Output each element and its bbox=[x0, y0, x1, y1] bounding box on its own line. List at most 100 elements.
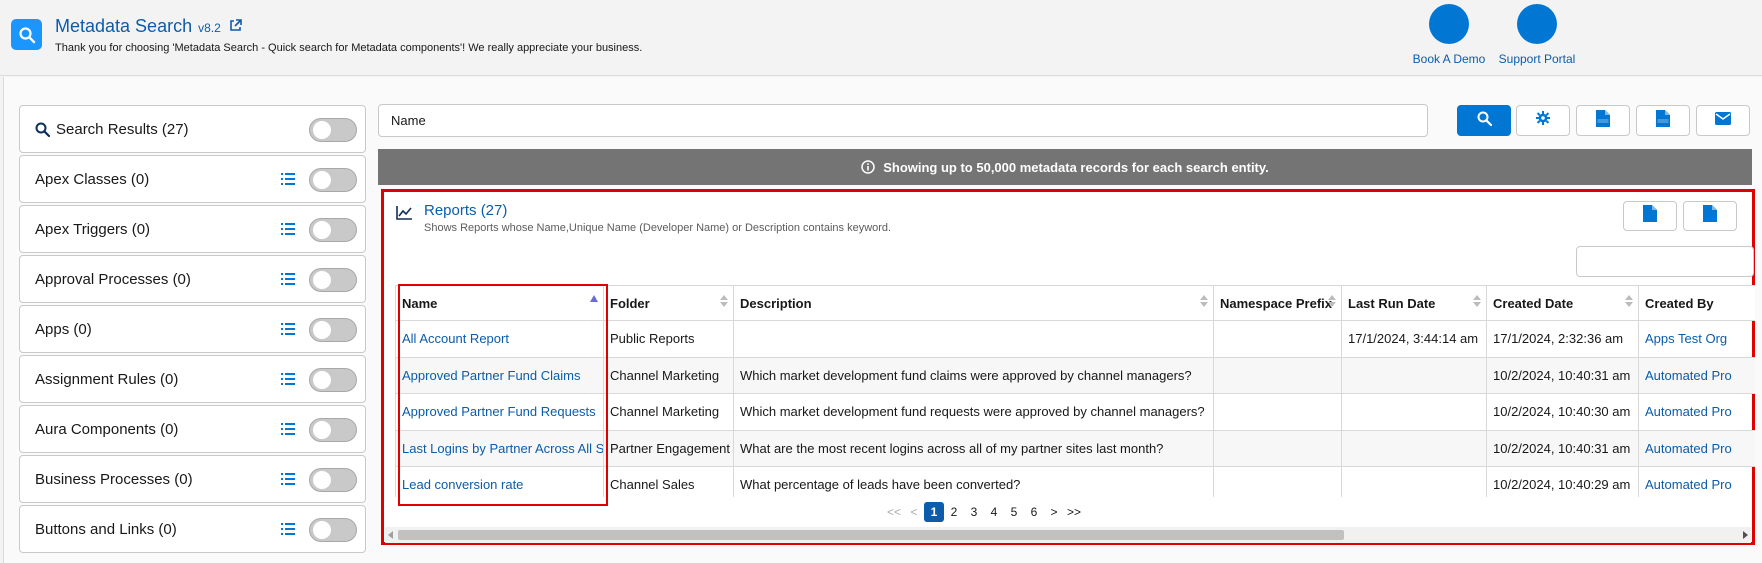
scrollbar-thumb[interactable] bbox=[398, 530, 1344, 540]
search-button[interactable] bbox=[1457, 105, 1511, 136]
app-header: Metadata Search v8.2 Thank you for choosi… bbox=[0, 0, 1762, 76]
cell-created-date: 10/2/2024, 10:40:31 am bbox=[1486, 356, 1639, 394]
column-header-created-date[interactable]: Created Date bbox=[1486, 285, 1639, 321]
sidebar-item-label: Search Results (27) bbox=[56, 120, 189, 138]
book-a-demo-button[interactable]: Book A Demo bbox=[1409, 4, 1489, 66]
report-link[interactable]: All Account Report bbox=[402, 331, 509, 346]
sidebar-item-business-processes[interactable]: Business Processes (0) bbox=[19, 455, 366, 503]
sidebar-item-apps[interactable]: Apps (0) bbox=[19, 305, 366, 353]
cell-created-by[interactable]: Automated Pro bbox=[1638, 393, 1755, 431]
cell-name[interactable]: Last Logins by Partner Across All Sites bbox=[395, 429, 604, 467]
list-icon[interactable] bbox=[281, 222, 295, 239]
sidebar-item-buttons-and-links[interactable]: Buttons and Links (0) bbox=[19, 505, 366, 553]
pagination-page-5[interactable]: 5 bbox=[1004, 502, 1024, 522]
list-icon[interactable] bbox=[281, 522, 295, 539]
sidebar-item-apex-classes[interactable]: Apex Classes (0) bbox=[19, 155, 366, 203]
sidebar-item-label: Apex Classes (0) bbox=[35, 170, 150, 188]
toggle-switch[interactable] bbox=[309, 418, 357, 442]
pagination-page-3[interactable]: 3 bbox=[964, 502, 984, 522]
cell-created-date: 10/2/2024, 10:40:31 am bbox=[1486, 429, 1639, 467]
toggle-switch[interactable] bbox=[309, 368, 357, 392]
app-subtitle: Thank you for choosing 'Metadata Search … bbox=[55, 42, 643, 54]
toggle-switch[interactable] bbox=[309, 468, 357, 492]
cell-name[interactable]: Approved Partner Fund Requests bbox=[395, 393, 604, 431]
report-link[interactable]: Approved Partner Fund Claims bbox=[402, 368, 580, 383]
toggle-switch[interactable] bbox=[309, 118, 357, 142]
sidebar-item-label: Buttons and Links (0) bbox=[35, 520, 177, 538]
cell-folder: Channel Marketing bbox=[603, 356, 734, 394]
pagination-first[interactable]: << bbox=[884, 502, 904, 522]
column-header-namespace-prefix[interactable]: Namespace Prefix bbox=[1213, 285, 1342, 321]
user-link[interactable]: Apps Test Org bbox=[1645, 331, 1727, 346]
list-icon[interactable] bbox=[281, 172, 295, 189]
column-header-created-by[interactable]: Created By bbox=[1638, 285, 1755, 321]
scroll-right-arrow-icon[interactable] bbox=[1743, 531, 1748, 539]
cell-created-by[interactable]: Automated Pro bbox=[1638, 466, 1755, 497]
search-input[interactable] bbox=[378, 104, 1428, 137]
scroll-left-arrow-icon[interactable] bbox=[388, 531, 393, 539]
sidebar-item-approval-processes[interactable]: Approval Processes (0) bbox=[19, 255, 366, 303]
pagination-page-1[interactable]: 1 bbox=[924, 502, 944, 522]
cell-name[interactable]: All Account Report bbox=[395, 320, 604, 358]
sidebar-item-aura-components[interactable]: Aura Components (0) bbox=[19, 405, 366, 453]
cell-last-run-date bbox=[1341, 429, 1487, 467]
report-link[interactable]: Last Logins by Partner Across All Sites bbox=[402, 441, 603, 456]
column-header-description[interactable]: Description bbox=[733, 285, 1214, 321]
report-link[interactable]: Lead conversion rate bbox=[402, 477, 523, 492]
sidebar-item-apex-triggers[interactable]: Apex Triggers (0) bbox=[19, 205, 366, 253]
reports-table: Name Folder Description Namespace Prefix… bbox=[395, 285, 1755, 497]
sidebar-item-search-results[interactable]: Search Results (27) bbox=[19, 105, 366, 153]
settings-button[interactable] bbox=[1516, 105, 1570, 136]
pagination-prev[interactable]: < bbox=[904, 502, 924, 522]
reports-export-csv-button[interactable] bbox=[1683, 201, 1737, 231]
report-link[interactable]: Approved Partner Fund Requests bbox=[402, 404, 596, 419]
table-row: Lead conversion rate Channel Sales What … bbox=[395, 466, 1755, 497]
column-header-last-run-date[interactable]: Last Run Date bbox=[1341, 285, 1487, 321]
pagination-page-4[interactable]: 4 bbox=[984, 502, 1004, 522]
list-icon[interactable] bbox=[281, 422, 295, 439]
reports-filter-input[interactable] bbox=[1576, 246, 1754, 277]
cell-name[interactable]: Lead conversion rate bbox=[395, 466, 604, 497]
cell-namespace-prefix bbox=[1213, 429, 1342, 467]
export-pdf-button[interactable] bbox=[1576, 105, 1630, 136]
toggle-switch[interactable] bbox=[309, 168, 357, 192]
pagination-page-2[interactable]: 2 bbox=[944, 502, 964, 522]
user-link[interactable]: Automated Pro bbox=[1645, 477, 1732, 492]
column-header-folder[interactable]: Folder bbox=[603, 285, 734, 321]
horizontal-scrollbar[interactable] bbox=[385, 527, 1751, 543]
sort-icon bbox=[720, 295, 728, 307]
email-button[interactable] bbox=[1696, 105, 1750, 136]
list-icon[interactable] bbox=[281, 272, 295, 289]
list-icon[interactable] bbox=[281, 472, 295, 489]
pagination-page-6[interactable]: 6 bbox=[1024, 502, 1044, 522]
user-link[interactable]: Automated Pro bbox=[1645, 368, 1732, 383]
toggle-switch[interactable] bbox=[309, 218, 357, 242]
sidebar-item-label: Aura Components (0) bbox=[35, 420, 179, 438]
external-link-icon[interactable] bbox=[229, 16, 242, 37]
reports-export-pdf-button[interactable] bbox=[1623, 201, 1677, 231]
toggle-switch[interactable] bbox=[309, 518, 357, 542]
toggle-switch[interactable] bbox=[309, 268, 357, 292]
cell-folder: Partner Engagement bbox=[603, 429, 734, 467]
cell-created-by[interactable]: Apps Test Org bbox=[1638, 320, 1755, 358]
info-banner: Showing up to 50,000 metadata records fo… bbox=[378, 149, 1752, 185]
cell-name[interactable]: Approved Partner Fund Claims bbox=[395, 356, 604, 394]
sidebar-item-label: Approval Processes (0) bbox=[35, 270, 191, 288]
pagination-last[interactable]: >> bbox=[1064, 502, 1084, 522]
user-link[interactable]: Automated Pro bbox=[1645, 441, 1732, 456]
user-link[interactable]: Automated Pro bbox=[1645, 404, 1732, 419]
list-icon[interactable] bbox=[281, 322, 295, 339]
cell-created-by[interactable]: Automated Pro bbox=[1638, 356, 1755, 394]
toggle-switch[interactable] bbox=[309, 318, 357, 342]
support-portal-button[interactable]: Support Portal bbox=[1489, 4, 1585, 66]
export-csv-button[interactable] bbox=[1636, 105, 1690, 136]
cell-namespace-prefix bbox=[1213, 356, 1342, 394]
column-header-name[interactable]: Name bbox=[395, 285, 604, 321]
pdf-icon bbox=[1643, 205, 1657, 227]
list-icon[interactable] bbox=[281, 372, 295, 389]
cell-created-by[interactable]: Automated Pro bbox=[1638, 429, 1755, 467]
pagination: << < 1 2 3 4 5 6 > >> bbox=[884, 502, 1084, 522]
sidebar-item-assignment-rules[interactable]: Assignment Rules (0) bbox=[19, 355, 366, 403]
csv-icon bbox=[1656, 109, 1670, 132]
pagination-next[interactable]: > bbox=[1044, 502, 1064, 522]
